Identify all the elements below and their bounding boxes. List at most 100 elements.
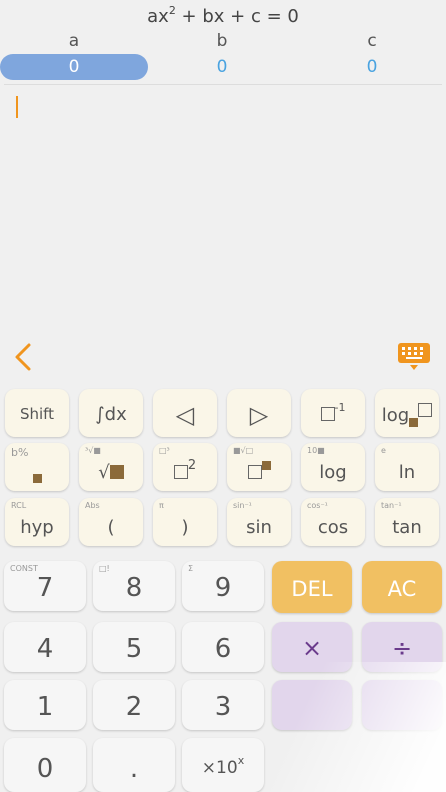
minus-button[interactable] xyxy=(362,680,442,730)
digit-6-label: 6 xyxy=(214,634,232,664)
box-placeholder-icon xyxy=(418,403,433,417)
hyp-key[interactable]: RCL hyp xyxy=(5,498,69,546)
ac-button[interactable]: AC xyxy=(362,561,442,613)
inverse-key[interactable]: -1 xyxy=(301,389,365,437)
log-key[interactable]: 10■ log xyxy=(301,443,365,491)
digit-4-label: 4 xyxy=(36,634,54,664)
header-divider xyxy=(4,84,442,85)
tan-key[interactable]: tan⁻¹ tan xyxy=(375,498,439,546)
square-key[interactable]: □³ 2 xyxy=(153,443,217,491)
sqrt-label: √ xyxy=(98,462,110,483)
decimal-point-key[interactable]: . xyxy=(93,738,175,792)
coefficient-b[interactable]: b 0 xyxy=(148,32,296,80)
multiply-icon: × xyxy=(301,634,323,662)
back-arrow-icon[interactable] xyxy=(12,342,34,372)
keyboard-icon[interactable] xyxy=(398,343,430,371)
digit-5-key[interactable]: 5 xyxy=(93,622,175,672)
sin-label: sin xyxy=(246,517,272,538)
ln-sub-label: e xyxy=(381,446,386,455)
digit-7-sub-label: CONST xyxy=(10,564,38,573)
tan-label: tan xyxy=(392,517,422,538)
ln-key[interactable]: e ln xyxy=(375,443,439,491)
percent-sub-label: b% xyxy=(11,446,29,459)
digit-6-key[interactable]: 6 xyxy=(182,622,264,672)
coefficient-a-label: a xyxy=(68,31,80,51)
digit-7-label: 7 xyxy=(36,573,54,603)
digit-1-key[interactable]: 1 xyxy=(4,680,86,730)
input-cursor xyxy=(16,96,18,118)
percent-key[interactable]: b% xyxy=(5,443,69,491)
digit-3-key[interactable]: 3 xyxy=(182,680,264,730)
cursor-left-key[interactable]: ◁ xyxy=(153,389,217,437)
box-placeholder-icon xyxy=(320,407,335,421)
digit-7-key[interactable]: CONST 7 xyxy=(4,561,86,611)
coefficient-a[interactable]: a 0 xyxy=(0,32,148,80)
cos-label: cos xyxy=(317,517,349,538)
equation-exponent: 2 xyxy=(168,4,176,17)
power-sub-label: ■√□ xyxy=(233,446,254,455)
filled-box-icon xyxy=(261,461,271,470)
sin-sub-label: sin⁻¹ xyxy=(233,501,252,510)
sin-key[interactable]: sin⁻¹ sin xyxy=(227,498,291,546)
tan-sub-label: tan⁻¹ xyxy=(381,501,402,510)
equation-lhs: ax xyxy=(147,6,169,27)
inverse-exponent: -1 xyxy=(334,401,346,414)
digit-9-label: 9 xyxy=(214,573,232,603)
del-label: DEL xyxy=(291,577,333,601)
digit-2-label: 2 xyxy=(125,692,143,722)
filled-box-icon xyxy=(409,418,419,427)
exp10-key[interactable]: ×10x xyxy=(182,738,264,792)
coefficient-a-value[interactable]: 0 xyxy=(0,54,148,80)
divide-icon: ÷ xyxy=(391,634,413,662)
multiply-button[interactable]: × xyxy=(272,622,352,672)
equation-title: ax2 + bx + c = 0 xyxy=(0,4,446,27)
log-sub-label: 10■ xyxy=(307,446,325,455)
log-base-label: log xyxy=(381,405,410,426)
coefficient-b-label: b xyxy=(216,31,228,51)
right-paren-key[interactable]: π ) xyxy=(153,498,217,546)
shift-key[interactable]: Shift xyxy=(5,389,69,437)
digit-8-label: 8 xyxy=(125,573,143,603)
equals-button[interactable] xyxy=(272,738,442,792)
right-paren-sub-label: π xyxy=(159,501,164,510)
digit-9-sub-label: Σ xyxy=(188,564,194,573)
decimal-point-label: . xyxy=(129,754,139,784)
plus-button[interactable] xyxy=(272,680,352,730)
log-label: log xyxy=(319,462,347,483)
integral-label: ∫dx xyxy=(95,404,127,425)
del-button[interactable]: DEL xyxy=(272,561,352,613)
divide-button[interactable]: ÷ xyxy=(362,622,442,672)
integral-key[interactable]: ∫dx xyxy=(79,389,143,437)
digit-5-label: 5 xyxy=(125,634,143,664)
digit-9-key[interactable]: Σ 9 xyxy=(182,561,264,611)
digit-2-key[interactable]: 2 xyxy=(93,680,175,730)
box-placeholder-icon xyxy=(173,465,188,479)
exp10-label: ×10 xyxy=(201,758,238,778)
digit-3-label: 3 xyxy=(214,692,232,722)
coefficient-c-value[interactable]: 0 xyxy=(298,54,446,80)
digit-0-key[interactable]: 0 xyxy=(4,738,86,792)
digit-4-key[interactable]: 4 xyxy=(4,622,86,672)
left-paren-label: ( xyxy=(107,517,115,538)
hyp-sub-label: RCL xyxy=(11,501,27,510)
coefficient-b-value[interactable]: 0 xyxy=(148,54,296,80)
ac-label: AC xyxy=(387,577,417,601)
box-placeholder-icon xyxy=(247,465,262,479)
left-paren-key[interactable]: Abs ( xyxy=(79,498,143,546)
sqrt-sub-label: ³√■ xyxy=(85,446,101,455)
cursor-right-icon: ▷ xyxy=(249,401,269,429)
hyp-label: hyp xyxy=(20,517,54,538)
sqrt-key[interactable]: ³√■ √ xyxy=(79,443,143,491)
equation-rest: + bx + c = 0 xyxy=(175,6,299,27)
right-paren-label: ) xyxy=(181,517,189,538)
log-base-key[interactable]: log xyxy=(375,389,439,437)
power-key[interactable]: ■√□ xyxy=(227,443,291,491)
digit-1-label: 1 xyxy=(36,692,54,722)
digit-8-sub-label: □! xyxy=(99,564,110,573)
digit-8-key[interactable]: □! 8 xyxy=(93,561,175,611)
left-paren-sub-label: Abs xyxy=(85,501,100,510)
cos-key[interactable]: cos⁻¹ cos xyxy=(301,498,365,546)
coefficient-c[interactable]: c 0 xyxy=(298,32,446,80)
cursor-right-key[interactable]: ▷ xyxy=(227,389,291,437)
ln-label: ln xyxy=(398,462,416,483)
